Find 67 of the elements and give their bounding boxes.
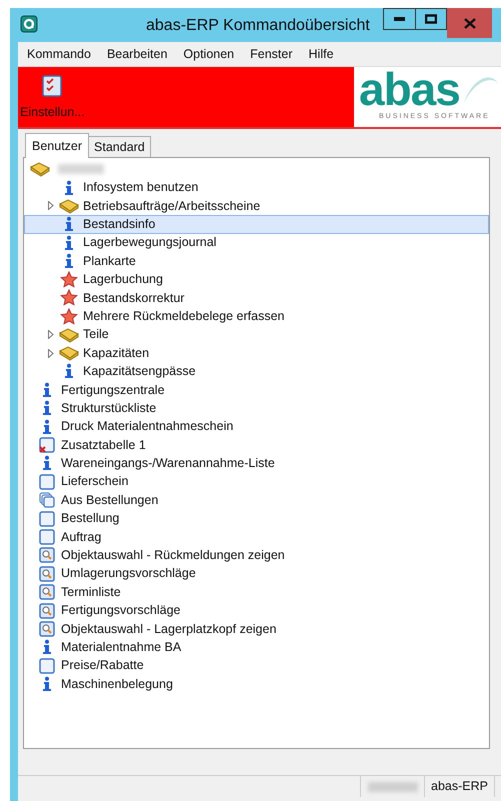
tree-item[interactable]: Druck Materialentnahmeschein bbox=[24, 417, 489, 436]
close-button[interactable] bbox=[447, 8, 492, 38]
expander-icon[interactable] bbox=[48, 348, 54, 358]
menu-item[interactable]: Hilfe bbox=[308, 44, 334, 64]
blurred-label bbox=[368, 782, 418, 792]
settings-button[interactable]: Einstellun... bbox=[18, 67, 87, 127]
star-icon bbox=[60, 271, 78, 288]
tree-item[interactable]: Maschinenbelegung bbox=[24, 674, 489, 694]
tree-item[interactable]: Betriebsaufträge/Arbeitsscheine bbox=[24, 196, 489, 216]
tree-item[interactable]: Strukturstückliste bbox=[24, 399, 489, 418]
status-text: abas-ERP bbox=[424, 776, 495, 797]
tree-item[interactable]: Objektauswahl - Lagerplatzkopf zeigen bbox=[24, 620, 489, 638]
tree-item[interactable]: Umlagerungsvorschläge bbox=[24, 564, 489, 583]
form-icon bbox=[39, 658, 55, 674]
tree-item[interactable]: Bestandsinfo bbox=[24, 215, 489, 234]
checklist-icon bbox=[42, 75, 62, 97]
menu-item[interactable]: Kommando bbox=[27, 44, 91, 64]
expander-icon[interactable] bbox=[48, 201, 54, 210]
book-icon bbox=[59, 345, 79, 362]
tree-item[interactable]: Lagerbuchung bbox=[24, 270, 489, 289]
window-title: abas-ERP Kommandoübersicht bbox=[146, 16, 370, 36]
form-error-icon bbox=[39, 437, 55, 454]
tree-item[interactable]: Terminliste bbox=[24, 582, 489, 602]
tree-item[interactable]: Wareneingangs-/Warenannahme-Liste bbox=[24, 454, 489, 473]
menu-item[interactable]: Bearbeiten bbox=[106, 44, 168, 64]
form-icon bbox=[39, 474, 55, 490]
magnifier-form-icon bbox=[39, 602, 55, 619]
tree-item[interactable]: Aus Bestellungen bbox=[24, 491, 489, 510]
tab[interactable]: Benutzer bbox=[25, 133, 90, 158]
close-icon bbox=[464, 18, 476, 28]
tab[interactable]: Standard bbox=[89, 136, 151, 157]
tree-item[interactable]: Bestandskorrektur bbox=[24, 288, 489, 308]
tree-item[interactable]: Auftrag bbox=[24, 528, 489, 546]
tree-item[interactable]: Plankarte bbox=[24, 252, 489, 270]
magnifier-form-icon bbox=[39, 566, 55, 582]
tree-item[interactable]: Fertigungszentrale bbox=[24, 380, 489, 400]
minimize-icon bbox=[394, 17, 405, 21]
magnifier-form-icon bbox=[39, 547, 55, 564]
tree-item[interactable]: Teile bbox=[24, 326, 489, 344]
tree-item[interactable]: Objektauswahl - Rückmeldungen zeigen bbox=[24, 546, 489, 565]
book-icon bbox=[59, 198, 79, 214]
menu-item[interactable]: Optionen bbox=[183, 44, 234, 64]
maximize-icon bbox=[425, 14, 437, 24]
tree-item[interactable]: Infosystem benutzen bbox=[24, 178, 489, 197]
tree-item[interactable]: Lieferschein bbox=[24, 472, 489, 492]
tree-item[interactable]: Kapazitäten bbox=[24, 344, 489, 362]
magnifier-form-icon bbox=[39, 584, 55, 600]
tree-item[interactable]: Kapazitätsengpässe bbox=[24, 362, 489, 381]
tree-item[interactable]: Bestellung bbox=[24, 509, 489, 528]
book-icon bbox=[59, 326, 79, 343]
tree-item[interactable]: Materialentnahme BA bbox=[24, 638, 489, 657]
app-icon bbox=[20, 15, 38, 33]
tree-item[interactable]: Zusatztabelle 1 bbox=[24, 436, 489, 454]
tree-item[interactable]: Mehrere Rückmeldebelege erfassen bbox=[24, 307, 489, 326]
magnifier-form-icon bbox=[39, 620, 55, 637]
minimize-button[interactable] bbox=[383, 8, 416, 30]
menu-item[interactable]: Fenster bbox=[250, 44, 293, 64]
tree-item[interactable]: Lagerbewegungsjournal bbox=[24, 234, 489, 252]
form-icon bbox=[39, 529, 55, 545]
form-icon bbox=[39, 510, 55, 527]
book-icon bbox=[30, 161, 50, 178]
star-icon bbox=[60, 289, 78, 306]
expander-icon[interactable] bbox=[48, 330, 54, 340]
star-icon bbox=[60, 308, 78, 325]
stacked-forms-icon bbox=[39, 492, 55, 508]
tree-item[interactable]: Preise/Rabatte bbox=[24, 656, 489, 675]
tree-item[interactable]: Fertigungsvorschläge bbox=[24, 601, 489, 620]
